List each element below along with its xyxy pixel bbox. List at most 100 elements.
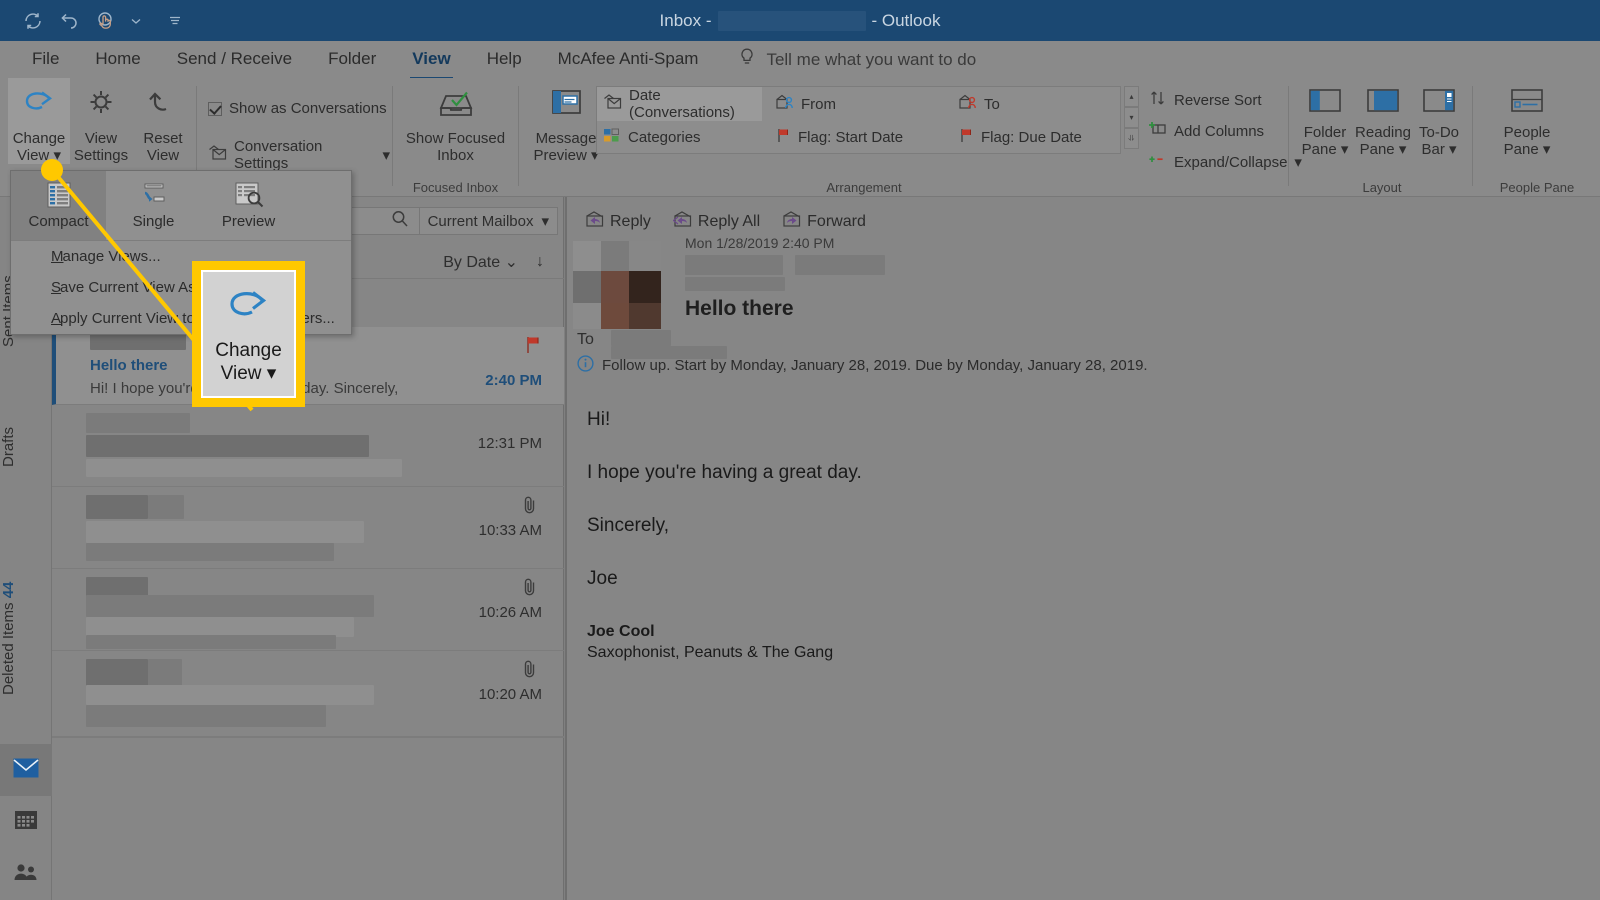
preview-redacted bbox=[86, 459, 402, 477]
touch-mode-icon[interactable] bbox=[94, 10, 116, 32]
nav-people-button[interactable] bbox=[0, 848, 52, 900]
folder-rail-item-deleted-items[interactable]: Deleted Items 44 bbox=[0, 475, 52, 695]
arrange-by-date-conversations[interactable]: Date (Conversations) bbox=[597, 87, 762, 121]
tab-folder[interactable]: Folder bbox=[310, 42, 394, 77]
gallery-more[interactable]: ⥥ bbox=[1124, 128, 1139, 149]
table-row[interactable]: 10:26 AM bbox=[52, 569, 564, 651]
view-settings-label-2: Settings bbox=[73, 147, 129, 164]
change-view-button[interactable]: Change View ▾ bbox=[8, 78, 70, 164]
arrange-by-from[interactable]: From bbox=[769, 87, 944, 121]
title-prefix: Inbox - bbox=[659, 10, 712, 30]
gallery-scroll-up[interactable]: ▴ bbox=[1124, 86, 1139, 107]
compact-label: Compact bbox=[28, 213, 89, 230]
search-scope-dropdown[interactable]: Current Mailbox ▾ bbox=[419, 207, 558, 235]
reply-all-icon bbox=[672, 211, 693, 233]
people-pane-label-2: Pane bbox=[1503, 141, 1539, 158]
todo-bar-icon bbox=[1423, 89, 1455, 112]
deleted-items-count: 44 bbox=[0, 581, 17, 599]
reply-all-button[interactable]: Reply All bbox=[672, 211, 760, 233]
message-time: 2:40 PM bbox=[485, 372, 542, 389]
add-columns-button[interactable]: Add Columns bbox=[1149, 121, 1302, 141]
title-bar: Inbox - - Outlook bbox=[0, 0, 1600, 41]
tell-me-placeholder: Tell me what you want to do bbox=[766, 49, 977, 69]
arrange-by-categories[interactable]: Categories bbox=[597, 121, 762, 153]
sort-by-dropdown[interactable]: By Date ⌄ bbox=[443, 252, 518, 272]
drafts-label: Drafts bbox=[0, 426, 17, 467]
folder-rail-item-drafts[interactable]: Drafts bbox=[0, 357, 52, 467]
chevron-down-icon: ⌄ bbox=[504, 253, 518, 271]
subject-redacted bbox=[86, 521, 364, 543]
reverse-sort-button[interactable]: Reverse Sort bbox=[1149, 90, 1302, 110]
ribbon-separator-4 bbox=[1288, 86, 1289, 186]
reply-label: Reply bbox=[610, 213, 651, 230]
sort-direction-icon[interactable]: ↓ bbox=[536, 253, 544, 271]
table-row[interactable]: 10:20 AM bbox=[52, 651, 564, 737]
ribbon-display-options-icon[interactable] bbox=[168, 14, 182, 28]
chevron-down-icon: ▾ bbox=[1542, 141, 1551, 158]
view-option-single[interactable]: Single bbox=[106, 171, 201, 240]
sender-redacted bbox=[86, 413, 190, 433]
nav-calendar-button[interactable] bbox=[0, 796, 52, 848]
expand-collapse-button[interactable]: Expand/Collapse ▾ bbox=[1149, 152, 1302, 172]
reset-view-button[interactable]: Reset View bbox=[132, 78, 194, 164]
reading-pane-button[interactable]: Reading Pane ▾ bbox=[1354, 78, 1412, 158]
signature-role: Saxophonist, Peanuts & The Gang bbox=[587, 644, 834, 661]
message-preview-label-1: Message bbox=[535, 130, 597, 147]
arrangement-gallery-scroll[interactable]: ▴ ▾ ⥥ bbox=[1124, 86, 1139, 149]
tab-help[interactable]: Help bbox=[469, 42, 540, 77]
table-row[interactable]: 12:31 PM bbox=[52, 405, 564, 487]
todo-bar-button[interactable]: To-Do Bar ▾ bbox=[1412, 78, 1466, 158]
layout-group-label: Layout bbox=[1362, 180, 1402, 195]
table-row[interactable]: Hello there Hi! I hope you're having a g… bbox=[52, 327, 564, 405]
table-row[interactable]: 10:33 AM bbox=[52, 487, 564, 569]
people-pane-button[interactable]: People Pane ▾ bbox=[1492, 78, 1562, 158]
sender-email-redacted bbox=[795, 255, 885, 275]
show-focused-inbox-button[interactable]: Show Focused Inbox bbox=[398, 78, 513, 164]
view-settings-button[interactable]: View Settings bbox=[70, 78, 132, 164]
attachment-icon bbox=[522, 577, 538, 602]
message-time: 10:33 AM bbox=[478, 522, 542, 539]
callout-label-1: Change bbox=[215, 340, 282, 361]
reading-pane-icon bbox=[1367, 89, 1399, 112]
tell-me-search[interactable]: Tell me what you want to do bbox=[738, 47, 976, 72]
ribbon-separator-2 bbox=[392, 86, 393, 186]
show-as-conversations-checkbox[interactable]: Show as Conversations bbox=[208, 100, 387, 117]
arrange-categories-label: Categories bbox=[628, 128, 701, 146]
message-preview-button[interactable]: Message Preview ▾ bbox=[528, 78, 604, 164]
view-option-compact[interactable]: Compact bbox=[11, 171, 106, 240]
to-recipient-redacted bbox=[611, 330, 671, 346]
gallery-scroll-down[interactable]: ▾ bbox=[1124, 107, 1139, 128]
arrange-by-flag-due-date[interactable]: Flag: Due Date bbox=[952, 121, 1117, 153]
tab-view[interactable]: View bbox=[394, 42, 468, 80]
body-paragraph-3: Sincerely, bbox=[587, 515, 670, 536]
nav-mail-button[interactable] bbox=[0, 744, 52, 796]
undo-icon[interactable] bbox=[58, 10, 80, 32]
conversation-settings-button[interactable]: Conversation Settings ▾ bbox=[208, 138, 390, 172]
refresh-icon[interactable] bbox=[22, 10, 44, 32]
list-end-divider bbox=[52, 737, 564, 738]
expand-collapse-label: Expand/Collapse bbox=[1174, 153, 1288, 171]
tab-send-receive[interactable]: Send / Receive bbox=[159, 42, 310, 77]
follow-up-text: Follow up. Start by Monday, January 28, … bbox=[602, 357, 1148, 374]
window-title: Inbox - - Outlook bbox=[0, 0, 1600, 41]
search-icon bbox=[391, 210, 409, 233]
reply-button[interactable]: Reply bbox=[585, 211, 651, 233]
forward-button[interactable]: Forward bbox=[782, 211, 866, 233]
manage-views-label: anage Views... bbox=[62, 248, 161, 265]
arrange-by-to[interactable]: To bbox=[952, 87, 1117, 121]
reading-pane-label-1: Reading bbox=[1355, 124, 1411, 141]
view-option-preview[interactable]: Preview bbox=[201, 171, 296, 240]
tab-home[interactable]: Home bbox=[77, 42, 158, 77]
sender-name-redacted bbox=[685, 255, 783, 275]
customize-quick-access-chevron-icon[interactable] bbox=[130, 15, 142, 27]
preview-redacted bbox=[86, 705, 326, 727]
attachment-icon bbox=[522, 495, 538, 520]
folder-pane-button[interactable]: Folder Pane ▾ bbox=[1296, 78, 1354, 158]
tab-mcafee-anti-spam[interactable]: McAfee Anti-Spam bbox=[540, 42, 717, 77]
tab-file[interactable]: File bbox=[14, 42, 77, 77]
arrange-by-flag-start-date[interactable]: Flag: Start Date bbox=[769, 121, 944, 153]
flag-icon[interactable] bbox=[524, 335, 542, 360]
gear-icon bbox=[90, 91, 112, 113]
search-scope-label: Current Mailbox bbox=[427, 212, 534, 230]
mail-icon bbox=[13, 758, 39, 783]
